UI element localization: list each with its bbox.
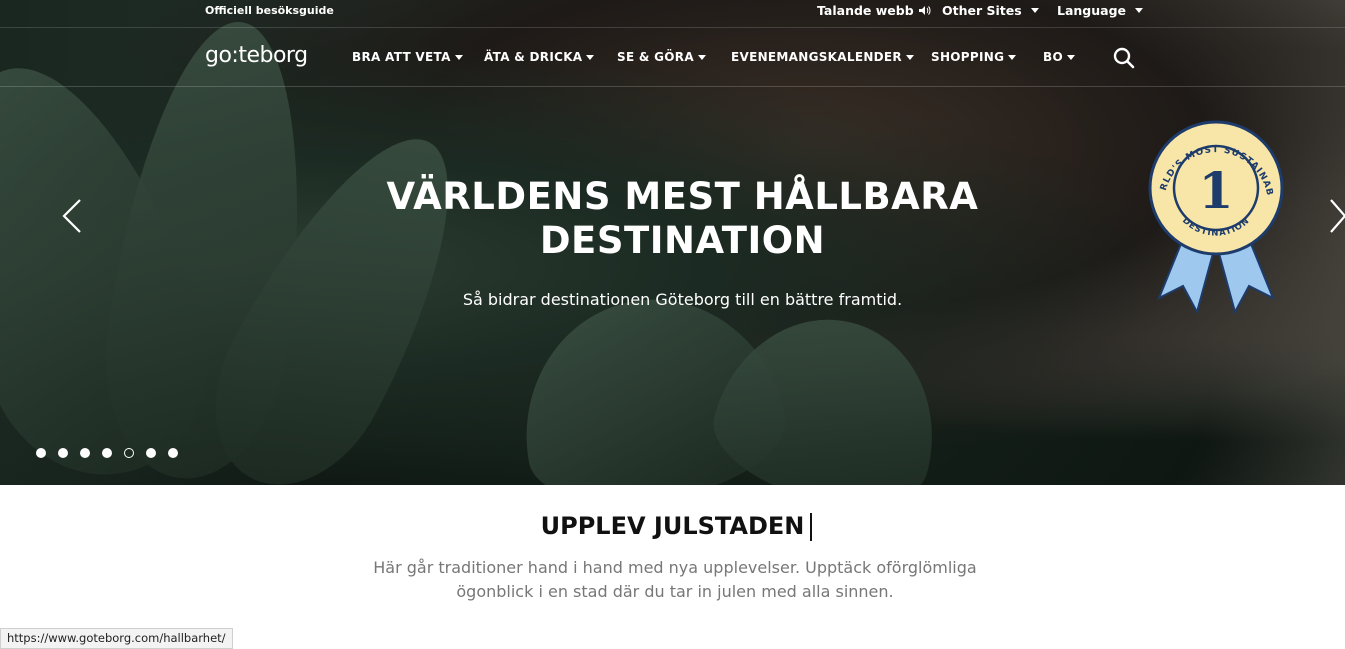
sustainable-destination-badge: WORLD'S MOST SUSTAINABLE DESTINATION 1 — [1140, 109, 1287, 316]
official-guide-label: Officiell besöksguide — [205, 4, 334, 17]
award-ribbon-icon: WORLD'S MOST SUSTAINABLE DESTINATION 1 — [1140, 109, 1284, 315]
nav-shopping[interactable]: SHOPPING — [931, 50, 1017, 64]
chevron-down-icon — [697, 54, 706, 60]
status-bar-url: https://www.goteborg.com/hallbarhet/ — [0, 628, 233, 649]
carousel-dot-5[interactable] — [124, 448, 134, 458]
search-icon[interactable] — [1113, 47, 1135, 69]
language-dropdown[interactable]: Language — [1057, 3, 1144, 18]
chevron-left-icon[interactable] — [58, 198, 88, 234]
section-title: UPPLEV JULSTADEN — [0, 512, 1345, 541]
chevron-down-icon — [1030, 8, 1039, 13]
chevron-down-icon — [905, 54, 914, 60]
main-nav: go:teborg BRA ATT VETA ÄTA & DRICKA SE &… — [0, 29, 1345, 87]
nav-bra-att-veta[interactable]: BRA ATT VETA — [352, 50, 463, 64]
chevron-down-icon — [1008, 54, 1017, 60]
nav-evenemangskalender[interactable]: EVENEMANGSKALENDER — [731, 50, 914, 64]
speaker-icon — [918, 6, 931, 15]
carousel-dots — [36, 448, 178, 458]
nav-se-gora[interactable]: SE & GÖRA — [617, 50, 706, 64]
talande-webb-link[interactable]: Talande webb — [817, 3, 931, 18]
hero-image-leaf — [700, 294, 960, 485]
carousel-dot-1[interactable] — [36, 448, 46, 458]
carousel-dot-2[interactable] — [58, 448, 68, 458]
nav-bo[interactable]: BO — [1043, 50, 1075, 64]
chevron-down-icon — [586, 54, 595, 60]
utility-bar: Officiell besöksguide Talande webb Other… — [0, 0, 1345, 28]
carousel-dot-6[interactable] — [146, 448, 156, 458]
chevron-right-icon[interactable] — [1325, 198, 1345, 234]
text-cursor — [810, 513, 813, 541]
hero-carousel[interactable]: Officiell besöksguide Talande webb Other… — [0, 0, 1345, 485]
section-text: Här går traditioner hand i hand med nya … — [373, 558, 977, 601]
hero-headline: VÄRLDENS MEST HÅLLBARA DESTINATION — [386, 175, 979, 262]
carousel-dot-4[interactable] — [102, 448, 112, 458]
chevron-down-icon — [1135, 8, 1144, 13]
chevron-down-icon — [1066, 54, 1075, 60]
goteborg-logo[interactable]: go:teborg — [205, 43, 308, 68]
chevron-down-icon — [454, 54, 463, 60]
nav-ata-dricka[interactable]: ÄTA & DRICKA — [484, 50, 595, 64]
other-sites-dropdown[interactable]: Other Sites — [942, 3, 1039, 18]
carousel-dot-7[interactable] — [168, 448, 178, 458]
hero-subline: Så bidrar destinationen Göteborg till en… — [462, 290, 903, 309]
badge-number: 1 — [1199, 161, 1234, 220]
carousel-dot-3[interactable] — [80, 448, 90, 458]
